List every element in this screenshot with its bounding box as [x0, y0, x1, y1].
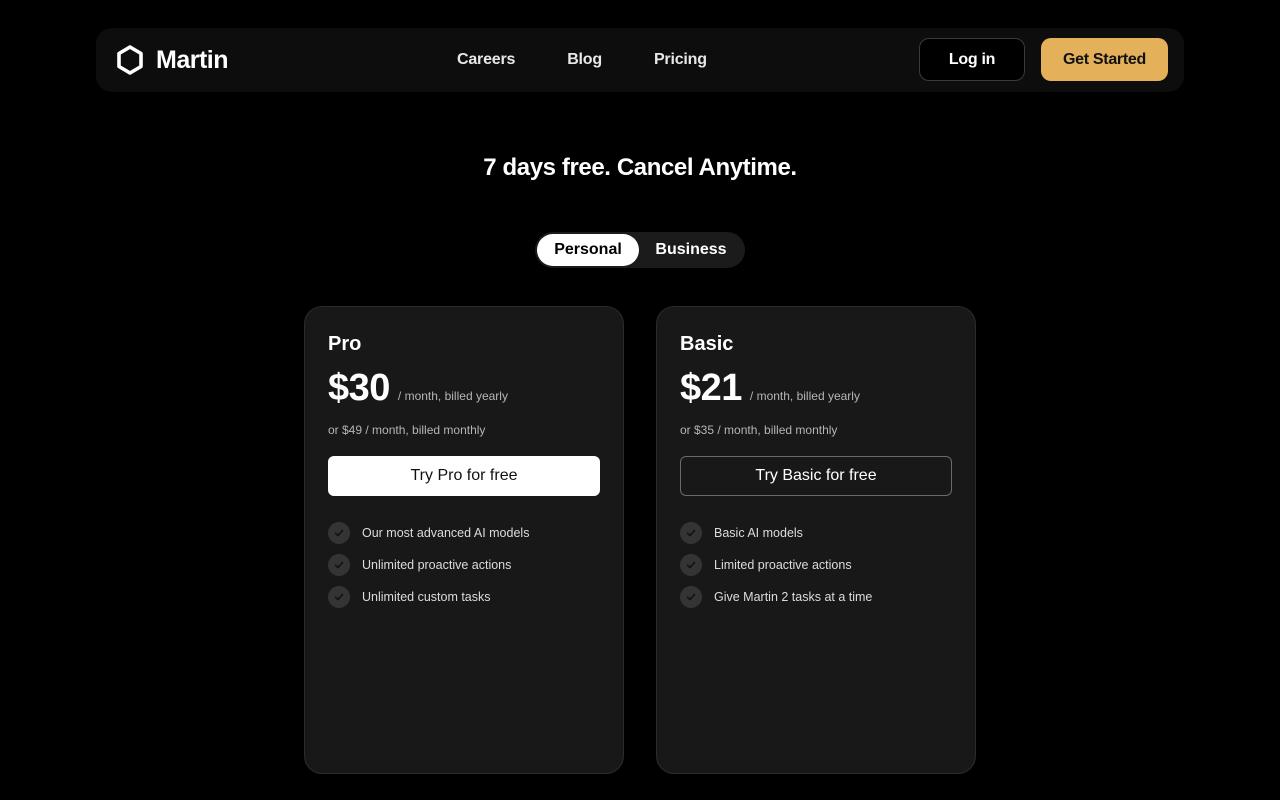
check-icon: [680, 554, 702, 576]
page-headline: 7 days free. Cancel Anytime.: [483, 154, 797, 181]
feature-item: Limited proactive actions: [680, 549, 872, 581]
check-icon: [328, 586, 350, 608]
price-row: $30 / month, billed yearly: [328, 367, 508, 410]
feature-list: Our most advanced AI models Unlimited pr…: [328, 517, 529, 613]
feature-item: Our most advanced AI models: [328, 517, 529, 549]
nav-link-blog[interactable]: Blog: [567, 48, 602, 72]
try-pro-button[interactable]: Try Pro for free: [328, 456, 600, 496]
plan-price: $21: [680, 367, 742, 409]
check-icon: [328, 522, 350, 544]
get-started-button[interactable]: Get Started: [1041, 38, 1168, 81]
nav-link-pricing[interactable]: Pricing: [654, 48, 707, 72]
toggle-personal[interactable]: Personal: [537, 234, 639, 266]
brand-logo-link[interactable]: Martin: [116, 44, 229, 76]
feature-item: Unlimited proactive actions: [328, 549, 529, 581]
check-icon: [680, 522, 702, 544]
feature-list: Basic AI models Limited proactive action…: [680, 517, 872, 613]
feature-item: Unlimited custom tasks: [328, 581, 529, 613]
top-navbar: Martin Careers Blog Pricing Log in Get S…: [96, 28, 1184, 92]
brand-name: Martin: [156, 45, 229, 74]
hexagon-logo-icon: [116, 44, 144, 76]
plan-name: Pro: [328, 333, 362, 355]
login-button[interactable]: Log in: [919, 38, 1025, 81]
check-icon: [680, 586, 702, 608]
price-note: / month, billed yearly: [749, 389, 860, 403]
price-note: / month, billed yearly: [397, 389, 508, 403]
alt-price: or $35 / month, billed monthly: [680, 423, 838, 437]
nav-link-careers[interactable]: Careers: [457, 48, 515, 72]
feature-text: Limited proactive actions: [714, 558, 852, 572]
feature-text: Give Martin 2 tasks at a time: [714, 590, 873, 604]
feature-item: Basic AI models: [680, 517, 872, 549]
feature-text: Unlimited custom tasks: [362, 590, 491, 604]
feature-text: Unlimited proactive actions: [362, 558, 512, 572]
try-basic-button[interactable]: Try Basic for free: [680, 456, 952, 496]
alt-price: or $49 / month, billed monthly: [328, 423, 486, 437]
check-icon: [328, 554, 350, 576]
nav-links: Careers Blog Pricing: [457, 48, 707, 72]
plan-card-pro: Pro $30 / month, billed yearly or $49 / …: [304, 306, 624, 774]
price-row: $21 / month, billed yearly: [680, 367, 860, 410]
toggle-business[interactable]: Business: [641, 234, 741, 266]
feature-item: Give Martin 2 tasks at a time: [680, 581, 872, 613]
plan-type-toggle: Personal Business: [535, 232, 745, 268]
feature-text: Basic AI models: [714, 526, 803, 540]
feature-text: Our most advanced AI models: [362, 526, 530, 540]
plan-name: Basic: [680, 333, 734, 355]
plan-price: $30: [328, 367, 390, 409]
plan-card-basic: Basic $21 / month, billed yearly or $35 …: [656, 306, 976, 774]
